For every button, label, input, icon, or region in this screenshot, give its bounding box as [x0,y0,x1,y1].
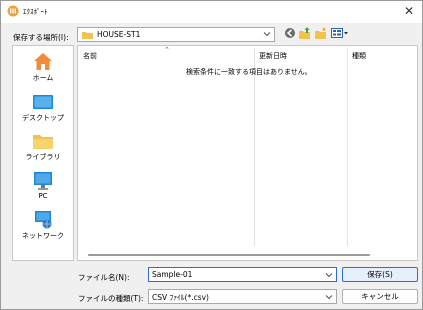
place-home-label: ホーム [32,74,54,82]
place-pc-label: PC [38,192,48,200]
column-divider[interactable] [347,48,348,246]
place-desktop[interactable]: デスクトップ [13,94,73,132]
empty-message: 検索条件に一致する項目はありません。 [186,68,312,76]
places-bar: ホーム デスクトップ ライブラリ PC ネットワーク [12,45,74,261]
export-dialog: ｴｸｽﾎﾟｰﾄ ✕ 保存する場所(I): HOUSE-ST1 ホーム デスクトッ… [0,0,423,310]
up-folder-icon[interactable] [299,27,311,41]
file-list[interactable]: ⌃ 名前 更新日時 種類 検索条件に一致する項目はありません。 [77,45,418,261]
title-bar: ｴｸｽﾎﾟｰﾄ ✕ [1,1,422,23]
column-header-name[interactable]: 名前 [83,51,97,61]
save-location-label: 保存する場所(I): [13,33,69,42]
folder-icon [82,31,93,39]
filetype-select[interactable]: CSV ﾌｧｲﾙ(*.csv) [148,289,337,304]
horizontal-scrollbar[interactable] [79,250,416,260]
save-location-value: HOUSE-ST1 [97,30,141,39]
place-desktop-label: デスクトップ [22,114,64,122]
place-network[interactable]: ネットワーク [13,211,73,249]
column-header-type[interactable]: 種類 [352,51,366,61]
back-icon[interactable] [284,27,296,41]
save-button[interactable]: 保存(S) [342,267,418,282]
app-icon [7,5,19,17]
desktop-icon [33,95,53,109]
window-title: ｴｸｽﾎﾟｰﾄ [23,8,48,16]
chevron-down-icon [263,30,271,38]
close-button[interactable]: ✕ [402,4,416,18]
place-library[interactable]: ライブラリ [13,133,73,171]
filename-input[interactable] [152,269,322,280]
chevron-down-icon[interactable] [325,271,333,279]
place-home[interactable]: ホーム [13,52,73,90]
filetype-label: ファイルの種類(T): [78,294,144,303]
pc-icon [34,172,52,190]
place-library-label: ライブラリ [25,153,61,161]
filetype-value: CSV ﾌｧｲﾙ(*.csv) [152,293,209,302]
column-header-modified[interactable]: 更新日時 [259,51,287,61]
chevron-down-icon [325,293,333,301]
sort-ascending-icon: ⌃ [164,46,170,54]
network-icon [35,211,52,229]
home-icon [34,53,52,70]
cancel-button[interactable]: キャンセル [342,289,418,304]
filename-label: ファイル名(N): [78,273,130,282]
place-pc[interactable]: PC [13,172,73,210]
save-location-combo[interactable]: HOUSE-ST1 [77,27,275,42]
library-icon [33,135,53,149]
place-network-label: ネットワーク [22,232,64,240]
scrollbar-thumb[interactable] [88,254,370,256]
new-folder-icon[interactable] [315,27,327,41]
view-menu-icon[interactable] [331,27,349,41]
column-divider[interactable] [254,48,255,246]
filename-field[interactable] [148,267,337,282]
